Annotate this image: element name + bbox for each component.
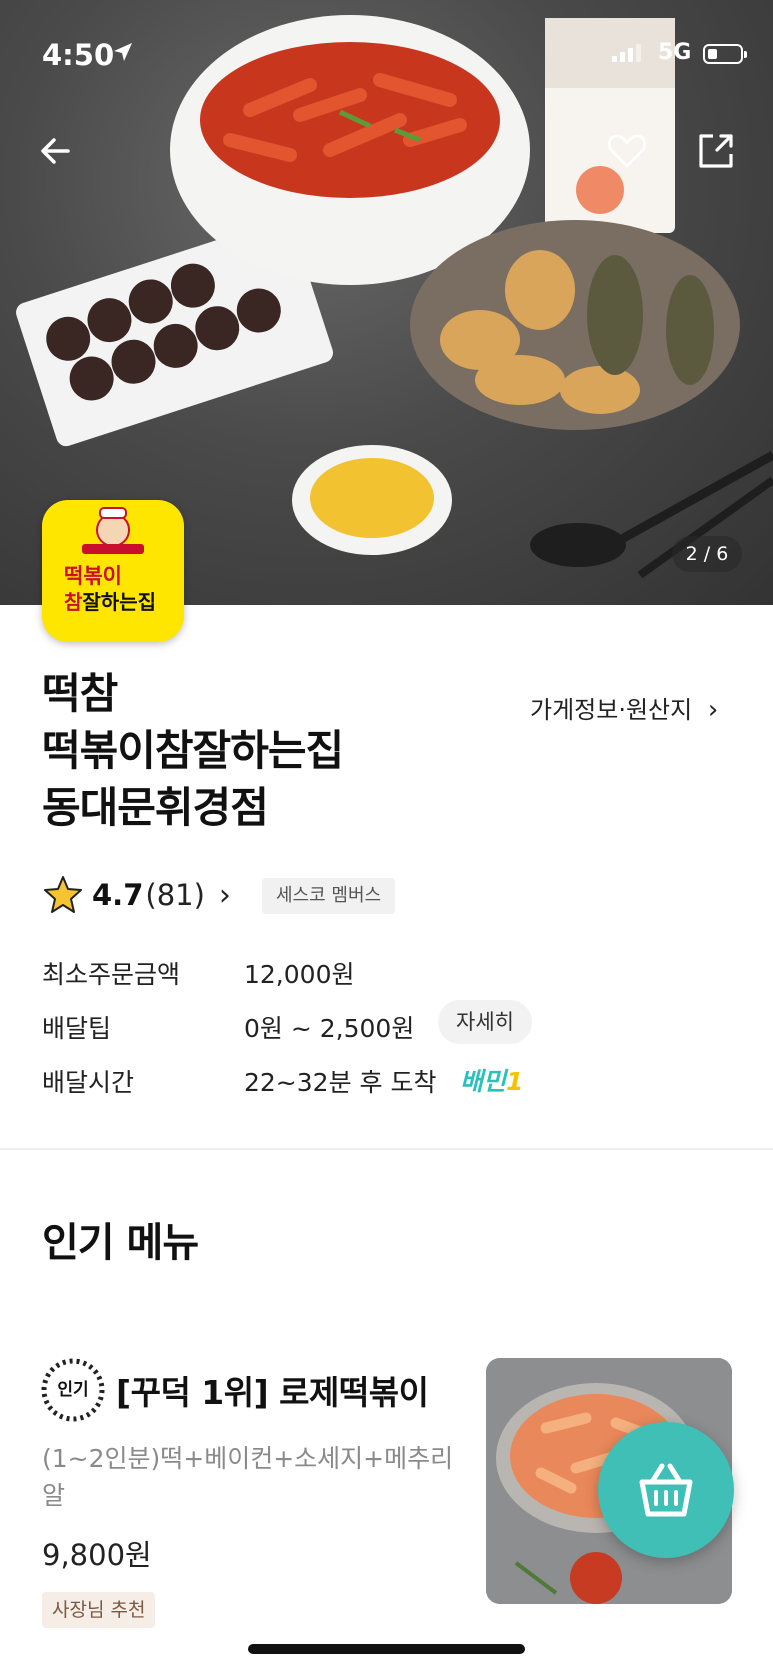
store-name-line: 떡참 — [42, 669, 118, 718]
min-order-value: 12,000원 — [244, 960, 355, 989]
chevron-right-icon: › — [707, 695, 719, 725]
status-bar: 4:50 5G — [0, 0, 773, 110]
popular-badge: 인기 — [40, 1357, 106, 1423]
delivery-tip-value: 0원 ~ 2,500원 — [244, 1014, 415, 1043]
rating-score: 4.7 — [92, 878, 144, 912]
store-logo: 떡볶이 참잘하는집 — [42, 500, 184, 642]
chevron-right-icon: › — [218, 877, 231, 913]
location-arrow-icon — [112, 40, 134, 68]
delivery-time-row: 배달시간 22~32분 후 도착 — [42, 1063, 436, 1099]
basket-icon — [639, 1463, 693, 1517]
share-button[interactable] — [693, 128, 739, 174]
menu-item-description: (1~2인분)떡+베이컨+소세지+메추리알 — [42, 1444, 454, 1510]
battery-icon — [703, 44, 747, 64]
image-counter: 2 / 6 — [672, 536, 742, 572]
heart-icon — [607, 134, 647, 168]
store-name-line: 동대문휘경점 — [42, 783, 269, 832]
favorite-button[interactable] — [604, 128, 650, 174]
owner-recommend-tag: 사장님 추천 — [42, 1592, 156, 1628]
delivery-tip-row: 배달팁 0원 ~ 2,500원 — [42, 1009, 414, 1045]
back-button[interactable] — [34, 128, 80, 174]
delivery-time-label: 배달시간 — [42, 1068, 135, 1097]
section-divider — [0, 1148, 773, 1150]
store-info-link[interactable]: 가게정보·원산지 › — [530, 690, 718, 725]
baemin1-badge: 배민1 — [460, 1067, 524, 1096]
network-type: 5G — [658, 40, 692, 65]
rating-row[interactable]: 4.7 (81) › — [42, 872, 231, 918]
store-name-line: 떡볶이참잘하는집 — [42, 726, 344, 775]
menu-item-price: 9,800원 — [42, 1538, 152, 1572]
back-arrow-icon — [41, 138, 70, 164]
home-indicator[interactable] — [248, 1644, 525, 1654]
cart-button[interactable] — [598, 1422, 734, 1558]
delivery-tip-label: 배달팁 — [42, 1014, 112, 1043]
logo-text-line2: 참잘하는집 — [64, 590, 157, 614]
tip-detail-button[interactable]: 자세히 — [438, 1000, 532, 1044]
store-name: 떡참 떡볶이참잘하는집 동대문휘경점 — [42, 665, 482, 836]
delivery-time-value: 22~32분 후 도착 — [244, 1068, 437, 1097]
star-icon — [44, 876, 82, 913]
share-icon — [699, 134, 733, 168]
status-time: 4:50 — [42, 38, 115, 72]
min-order-label: 최소주문금액 — [42, 960, 181, 989]
menu-item-name: [꾸덕 1위] 로제떡볶이 — [116, 1373, 429, 1412]
signal-icon — [612, 44, 641, 62]
store-info-label: 가게정보·원산지 — [530, 696, 693, 724]
min-order-row: 최소주문금액 12,000원 — [42, 955, 354, 991]
member-tag: 세스코 멤버스 — [262, 878, 396, 914]
review-count: (81) — [145, 878, 205, 912]
section-title: 인기 메뉴 — [42, 1220, 199, 1266]
chef-mascot-icon — [82, 507, 144, 554]
